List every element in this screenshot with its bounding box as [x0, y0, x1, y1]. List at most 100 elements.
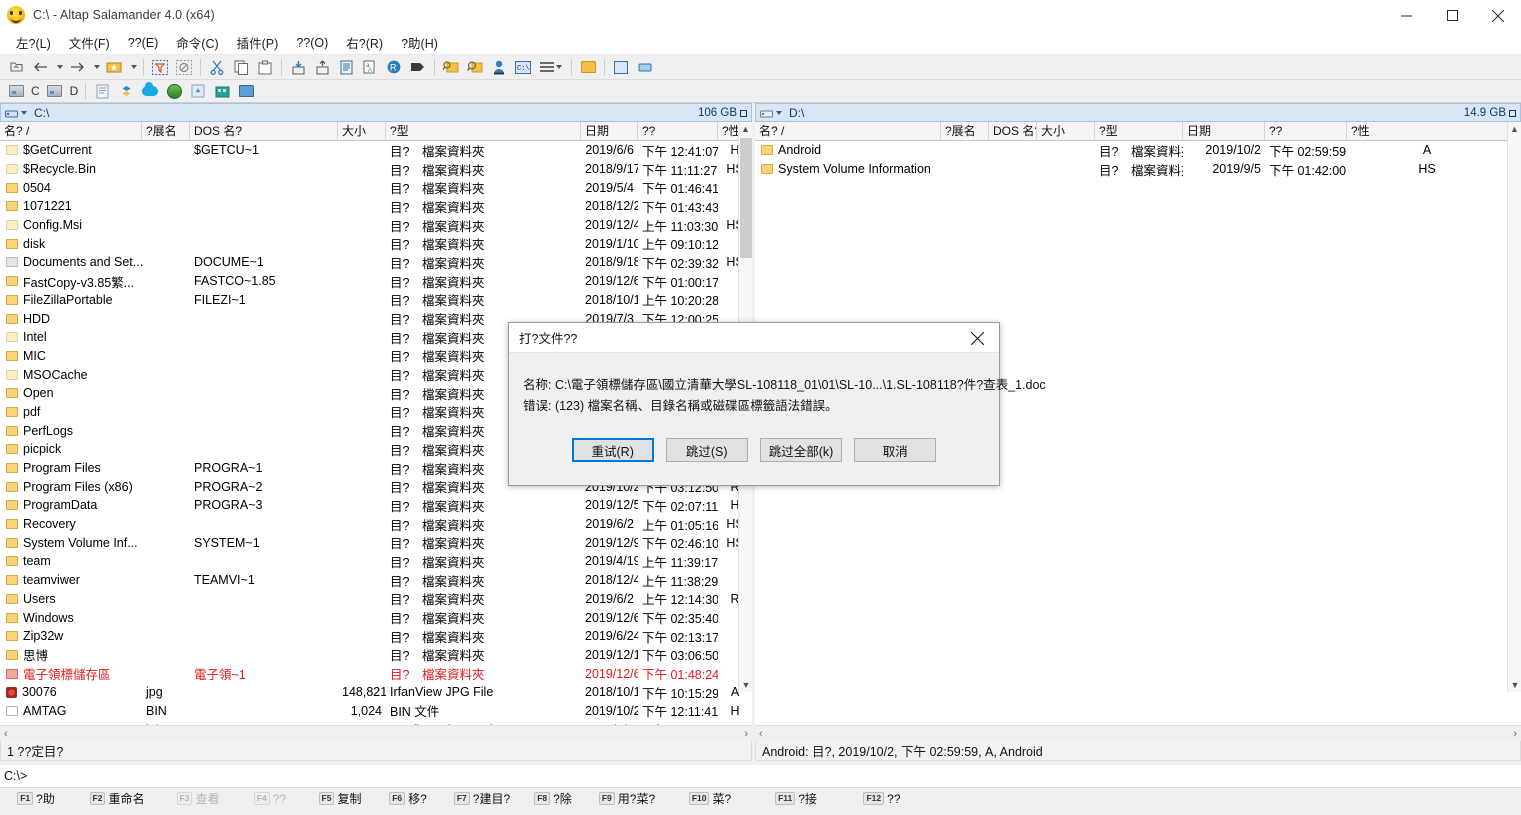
table-row[interactable]: 電子領標儲存區 電子領~1 目? 檔案資料夾 2019/12/6 下午 01:48:24	[0, 664, 752, 683]
dialog-close-icon[interactable]	[955, 323, 999, 353]
table-row[interactable]: 30076 jpg 148,821 IrfanView JPG File 2018/10…	[0, 683, 752, 702]
table-row[interactable]: $Recycle.Bin 目? 檔案資料夾 2018/9/17 下午 11:11:27…	[0, 160, 752, 179]
retry-button[interactable]: 重试(R)	[571, 438, 654, 462]
network-drive-icon[interactable]	[634, 57, 656, 78]
menu-item-plugins[interactable]: 插件(P)	[229, 30, 287, 55]
hot-paths-dropdown-icon[interactable]	[127, 57, 138, 78]
skip-button[interactable]: 跳过(S)	[665, 438, 748, 462]
fnkey-f10[interactable]: F10 菜?	[670, 790, 750, 807]
col-name[interactable]: 名? /	[0, 121, 142, 141]
table-row[interactable]: teamviwer TEAMVI~1 目? 檔案資料夾 2018/12/4 上午 11:…	[0, 571, 752, 590]
table-row[interactable]: Recovery 目? 檔案資料夾 2019/6/2 上午 01:05:16 HS	[0, 515, 752, 534]
menu-list-icon[interactable]	[536, 57, 566, 78]
col-ext[interactable]: ?展名	[142, 121, 190, 141]
table-row[interactable]: Documents and Set... DOCUME~1 目? 檔案資料夾 2018…	[0, 253, 752, 272]
left-path-bar[interactable]: C:\ 106 GB	[0, 103, 752, 122]
col-time[interactable]: ??	[638, 121, 718, 141]
table-row[interactable]: System Volume Information 目? 檔案資料夾 2019/9/…	[755, 160, 1521, 179]
blue-folder-icon[interactable]	[235, 81, 257, 102]
hot-paths-icon[interactable]	[103, 57, 125, 78]
left-drive-icon[interactable]	[3, 107, 19, 119]
col-size[interactable]: 大小	[338, 121, 386, 141]
fnkey-f1[interactable]: F1 ?助	[0, 790, 72, 807]
onedrive-cloud-icon[interactable]	[139, 81, 161, 102]
select-filter-icon[interactable]	[149, 57, 171, 78]
right-path-dropdown-icon[interactable]	[776, 110, 782, 115]
parent-folder-icon[interactable]	[5, 57, 27, 78]
forward-dropdown-icon[interactable]	[90, 57, 101, 78]
properties-icon[interactable]	[488, 57, 510, 78]
table-row[interactable]: team 目? 檔案資料夾 2019/4/19 上午 11:39:17	[0, 552, 752, 571]
menu-item-command[interactable]: 命令(C)	[168, 30, 226, 55]
find-folder-icon[interactable]	[440, 57, 462, 78]
menu-item-left[interactable]: 左?(L)	[8, 30, 59, 55]
col-attr[interactable]: ?性	[1347, 122, 1507, 141]
green-app-icon[interactable]	[211, 81, 233, 102]
fnkey-f6[interactable]: F6 移?	[374, 790, 442, 807]
scroll-down-icon[interactable]: ▼	[1508, 678, 1521, 692]
table-row[interactable]: disk 目? 檔案資料夾 2019/1/10 上午 09:10:12	[0, 234, 752, 253]
globe-icon[interactable]	[163, 81, 185, 102]
hscroll-left-icon[interactable]: ‹	[4, 728, 8, 740]
scroll-up-icon[interactable]: ▲	[739, 122, 752, 136]
col-date[interactable]: 日期	[581, 121, 638, 141]
fnkey-f11[interactable]: F11 ?接	[750, 790, 842, 807]
folder-icon[interactable]	[577, 57, 599, 78]
minimize-icon[interactable]	[1383, 0, 1429, 31]
view-file-icon[interactable]	[335, 57, 357, 78]
search-icon[interactable]	[464, 57, 486, 78]
hscroll-left-icon[interactable]: ‹	[759, 728, 763, 740]
fnkey-f7[interactable]: F7 ?建目?	[442, 790, 522, 807]
right-vertical-scrollbar[interactable]: ▲ ▼	[1507, 122, 1521, 692]
skip-all-button[interactable]: 跳过全部(k)	[759, 438, 843, 462]
document-icon[interactable]	[91, 81, 113, 102]
fnkey-f2[interactable]: F2 重命名	[72, 790, 162, 807]
close-icon[interactable]	[1475, 0, 1521, 31]
table-row[interactable]: 思博 目? 檔案資料夾 2019/12/10 下午 03:06:50	[0, 646, 752, 665]
table-row[interactable]: Users 目? 檔案資料夾 2019/6/2 上午 12:14:30 R	[0, 590, 752, 609]
dropbox-icon[interactable]	[115, 81, 137, 102]
table-row[interactable]: FileZillaPortable FILEZI~1 目? 檔案資料夾 2018/10…	[0, 291, 752, 310]
fnkey-f5[interactable]: F5 复制	[306, 790, 374, 807]
back-icon[interactable]	[29, 57, 51, 78]
compare-icon[interactable]: aA	[359, 57, 381, 78]
col-dos[interactable]: DOS 名?	[190, 121, 338, 141]
table-row[interactable]: Windows 目? 檔案資料夾 2019/12/6 下午 02:35:40	[0, 608, 752, 627]
cancel-button[interactable]: 取消	[854, 438, 937, 462]
console-icon[interactable]: C:\	[512, 57, 534, 78]
drive-d-icon[interactable]	[44, 81, 66, 102]
table-row[interactable]: System Volume Inf... SYSTEM~1 目? 檔案資料夾 2019…	[0, 533, 752, 552]
table-row[interactable]: Android 目? 檔案資料夾 2019/10/2 下午 02:59:59 A	[755, 141, 1521, 160]
col-type[interactable]: ?型	[386, 121, 581, 141]
table-row[interactable]: Zip32w 目? 檔案資料夾 2019/6/24 下午 02:13:17	[0, 627, 752, 646]
table-row[interactable]: 0504 目? 檔案資料夾 2019/5/4 下午 01:46:41	[0, 178, 752, 197]
fnkey-f12[interactable]: F12??	[842, 792, 922, 806]
scroll-down-icon[interactable]: ▼	[739, 678, 753, 692]
menu-item-file[interactable]: 文件(F)	[61, 30, 118, 55]
copy-icon[interactable]	[230, 57, 252, 78]
col-name[interactable]: 名? /	[755, 121, 941, 141]
table-row[interactable]: AVScanner iniAVSCAN~1.INI30Configuration …	[0, 720, 752, 725]
right-path-text[interactable]: D:\	[787, 106, 1464, 120]
col-date[interactable]: 日期	[1183, 121, 1265, 141]
panel-layout-icon[interactable]	[610, 57, 632, 78]
col-ext[interactable]: ?展名	[941, 121, 989, 141]
table-row[interactable]: 1071221 目? 檔案資料夾 2018/12/21 下午 01:43:43	[0, 197, 752, 216]
menu-item-right[interactable]: 右?(R)	[338, 30, 391, 55]
hscroll-right-icon[interactable]: ›	[1513, 728, 1517, 740]
unpack-icon[interactable]	[311, 57, 333, 78]
recycle-bin-icon[interactable]	[187, 81, 209, 102]
scroll-up-icon[interactable]: ▲	[1508, 122, 1521, 136]
table-row[interactable]: AMTAG BIN 1,024 BIN 文件 2019/10/28 下午 12:11:41…	[0, 702, 752, 721]
left-path-dropdown-icon[interactable]	[21, 110, 27, 115]
cut-icon[interactable]	[206, 57, 228, 78]
menu-item-edit[interactable]: ??(E)	[120, 33, 167, 53]
table-row[interactable]: ProgramData PROGRA~3 目? 檔案資料夾 2019/12/5 下午 0…	[0, 496, 752, 515]
paste-icon[interactable]	[254, 57, 276, 78]
maximize-icon[interactable]	[1429, 0, 1475, 31]
col-dos[interactable]: DOS 名?	[989, 121, 1037, 141]
fnkey-f9[interactable]: F9 用?菜?	[584, 790, 670, 807]
left-horizontal-scrollbar[interactable]: ‹ ›	[0, 725, 752, 741]
command-line[interactable]: C:\>	[0, 765, 1521, 787]
drive-d-label[interactable]: D	[70, 84, 79, 98]
